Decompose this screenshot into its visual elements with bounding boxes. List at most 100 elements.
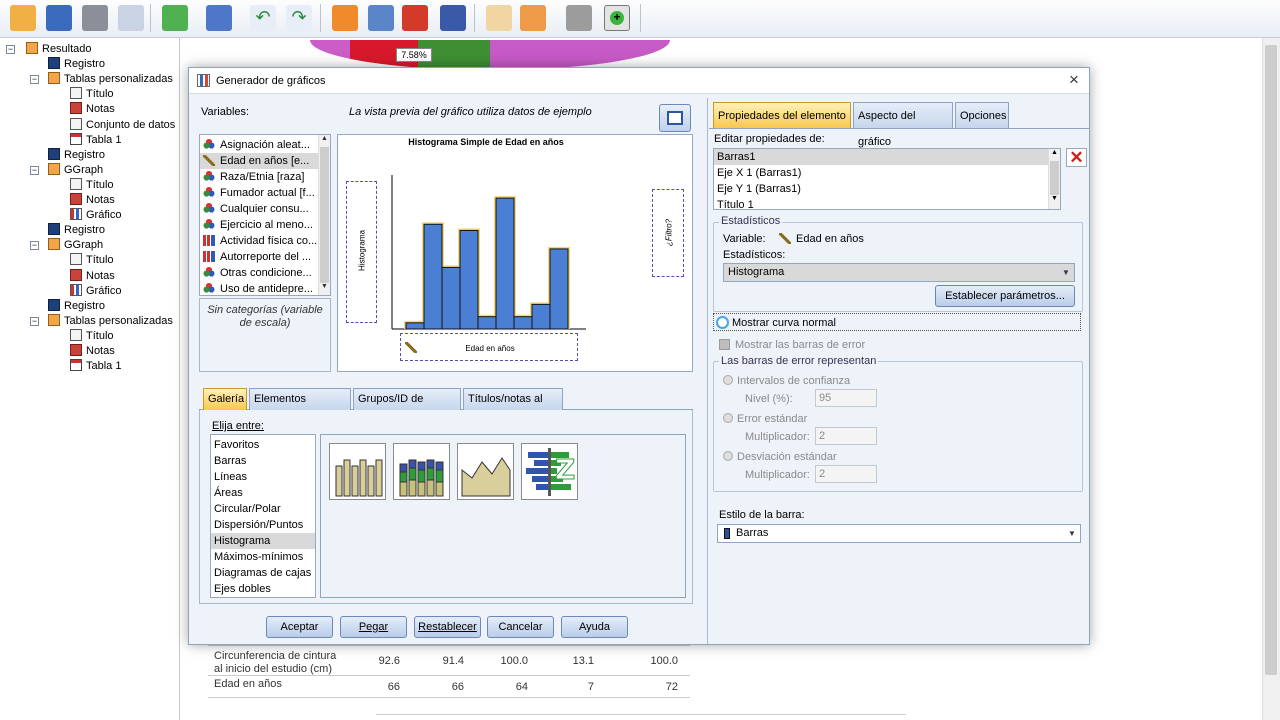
chart-type-item[interactable]: Favoritos <box>211 437 315 453</box>
tree-node[interactable]: Tabla 1 <box>70 359 121 374</box>
variable-item[interactable]: Cualquier consu... <box>200 201 318 217</box>
chart-type-item[interactable]: Máximos-mínimos <box>211 549 315 565</box>
filter-drop-zone[interactable]: ¿Filtro? <box>652 189 684 277</box>
se-option[interactable]: Error estándar <box>723 413 807 425</box>
tab-titles-footnotes[interactable]: Títulos/notas al pie <box>463 388 563 426</box>
help-button[interactable]: Ayuda <box>561 616 628 638</box>
tree-node[interactable]: Gráfico <box>70 283 121 299</box>
collapse-toggle-icon[interactable]: − <box>30 165 39 175</box>
tree-node[interactable]: Título <box>70 177 114 193</box>
element-item[interactable]: Título 1 <box>714 197 1048 209</box>
chart-type-item[interactable]: Histograma <box>211 533 315 549</box>
print-preview-icon[interactable] <box>118 5 144 31</box>
tree-node[interactable]: GGraph <box>48 238 103 253</box>
save-icon[interactable] <box>46 5 72 31</box>
multiplier1-field[interactable]: 2 <box>815 427 877 445</box>
goto-data-icon[interactable] <box>206 5 232 31</box>
variable-item[interactable]: Uso de antidepre... <box>200 281 318 295</box>
show-normal-checkbox[interactable] <box>716 316 729 329</box>
output-scroll-thumb[interactable] <box>1265 45 1277 675</box>
tree-node[interactable]: Registro <box>48 223 105 238</box>
tree-node[interactable]: Gráfico <box>70 208 121 223</box>
tree-node[interactable]: Tablas personalizadas <box>48 313 173 329</box>
variable-item[interactable]: Ejercicio al meno... <box>200 217 318 233</box>
tab-options[interactable]: Opciones <box>955 102 1009 128</box>
tab-chart-appearance[interactable]: Aspecto del gráfico <box>853 102 953 148</box>
variable-item[interactable]: Autorreporte del ... <box>200 249 318 265</box>
tab-groups-point-id[interactable]: Grupos/ID de puntos <box>353 388 461 426</box>
chart-type-item[interactable]: Barras <box>211 453 315 469</box>
variables-icon[interactable] <box>368 5 394 31</box>
bar-style-select[interactable]: Barras ▼ <box>717 524 1081 543</box>
element-item[interactable]: Eje Y 1 (Barras1) <box>714 181 1048 197</box>
tree-node[interactable]: Registro <box>48 147 105 163</box>
histogram-preview[interactable] <box>386 165 596 333</box>
tab-gallery[interactable]: Galería <box>203 388 247 410</box>
show-error-checkbox[interactable] <box>719 339 730 350</box>
variable-item[interactable]: Edad en años [e... <box>200 153 318 169</box>
sd-option[interactable]: Desviación estándar <box>723 451 837 463</box>
tree-node[interactable]: Registro <box>48 298 105 314</box>
population-pyramid-thumb[interactable]: Z <box>521 443 578 500</box>
delete-element-icon[interactable]: ✕ <box>1066 148 1087 167</box>
export-icon[interactable] <box>162 5 188 31</box>
element-panel-toggle[interactable] <box>659 104 691 132</box>
cancel-button[interactable]: Cancelar <box>487 616 554 638</box>
set-parameters-button[interactable]: Establecer parámetros... <box>935 285 1075 307</box>
collapse-toggle-icon[interactable]: − <box>30 316 39 326</box>
stacked-histogram-thumb[interactable] <box>393 443 450 500</box>
variable-item[interactable]: Raza/Etnia [raza] <box>200 169 318 185</box>
tree-node[interactable]: Título <box>70 253 114 268</box>
variables-list[interactable]: Asignación aleat... Edad en años [e... Raz… <box>199 134 331 296</box>
variable-item[interactable]: Asignación aleat... <box>200 137 318 153</box>
element-item[interactable]: Eje X 1 (Barras1) <box>714 165 1048 181</box>
tree-node[interactable]: Tabla 1 <box>70 132 121 148</box>
collapse-toggle-icon[interactable]: − <box>6 45 15 54</box>
select-icon[interactable] <box>520 5 546 31</box>
level-field[interactable]: 95 <box>815 389 877 407</box>
chart-type-item[interactable]: Diagramas de cajas <box>211 565 315 581</box>
redo-icon[interactable]: ↷ <box>286 5 312 31</box>
tab-element-properties[interactable]: Propiedades del elemento <box>713 102 851 128</box>
tab-basic-elements[interactable]: Elementos básicos <box>249 388 351 426</box>
chart-type-item[interactable]: Áreas <box>211 485 315 501</box>
ci-radio[interactable] <box>723 375 733 385</box>
chart-type-item[interactable]: Líneas <box>211 469 315 485</box>
chart-preview-canvas[interactable]: Histograma Simple de Edad en años Histog… <box>337 134 693 372</box>
goto-case-icon[interactable] <box>332 5 358 31</box>
multiplier2-field[interactable]: 2 <box>815 465 877 483</box>
tree-node[interactable]: Notas <box>70 344 115 359</box>
collapse-icon[interactable] <box>566 5 592 31</box>
tree-node[interactable]: Notas <box>70 193 115 208</box>
ci-option[interactable]: Intervalos de confianza <box>723 375 850 387</box>
tree-node[interactable]: Notas <box>70 102 115 117</box>
collapse-toggle-icon[interactable]: − <box>30 241 39 251</box>
collapse-toggle-icon[interactable]: − <box>30 75 39 85</box>
ok-button[interactable]: Aceptar <box>266 616 333 638</box>
chart-type-item[interactable]: Dispersión/Puntos <box>211 517 315 533</box>
tree-node[interactable]: Título <box>70 328 114 344</box>
variable-item[interactable]: Actividad física co... <box>200 233 318 249</box>
expand-icon[interactable]: + <box>604 5 630 31</box>
show-normal-row[interactable]: Mostrar curva normal <box>713 313 1081 331</box>
tree-node[interactable]: Resultado <box>26 42 92 57</box>
x-axis-drop-zone[interactable]: Edad en años <box>400 333 578 361</box>
split-file-icon[interactable] <box>440 5 466 31</box>
variable-item[interactable]: Otras condicione... <box>200 265 318 281</box>
element-item[interactable]: Barras1 <box>714 149 1048 165</box>
reset-button[interactable]: Restablecer <box>414 616 481 638</box>
tree-node[interactable]: Conjunto de datos <box>70 117 175 133</box>
print-icon[interactable] <box>82 5 108 31</box>
sd-radio[interactable] <box>723 451 733 461</box>
open-folder-icon[interactable] <box>10 5 36 31</box>
statistic-select[interactable]: Histograma ▼ <box>723 263 1075 282</box>
tree-node[interactable]: Registro <box>48 57 105 72</box>
chart-type-item[interactable]: Ejes dobles <box>211 581 315 597</box>
simple-histogram-thumb[interactable] <box>329 443 386 500</box>
y-axis-drop-zone[interactable]: Histograma <box>346 181 377 323</box>
insert-cases-icon[interactable] <box>402 5 428 31</box>
variable-item[interactable]: Fumador actual [f... <box>200 185 318 201</box>
designate-window-icon[interactable] <box>486 5 512 31</box>
undo-icon[interactable]: ↶ <box>250 5 276 31</box>
variables-scrollbar[interactable]: ▲ ▼ <box>318 135 330 295</box>
